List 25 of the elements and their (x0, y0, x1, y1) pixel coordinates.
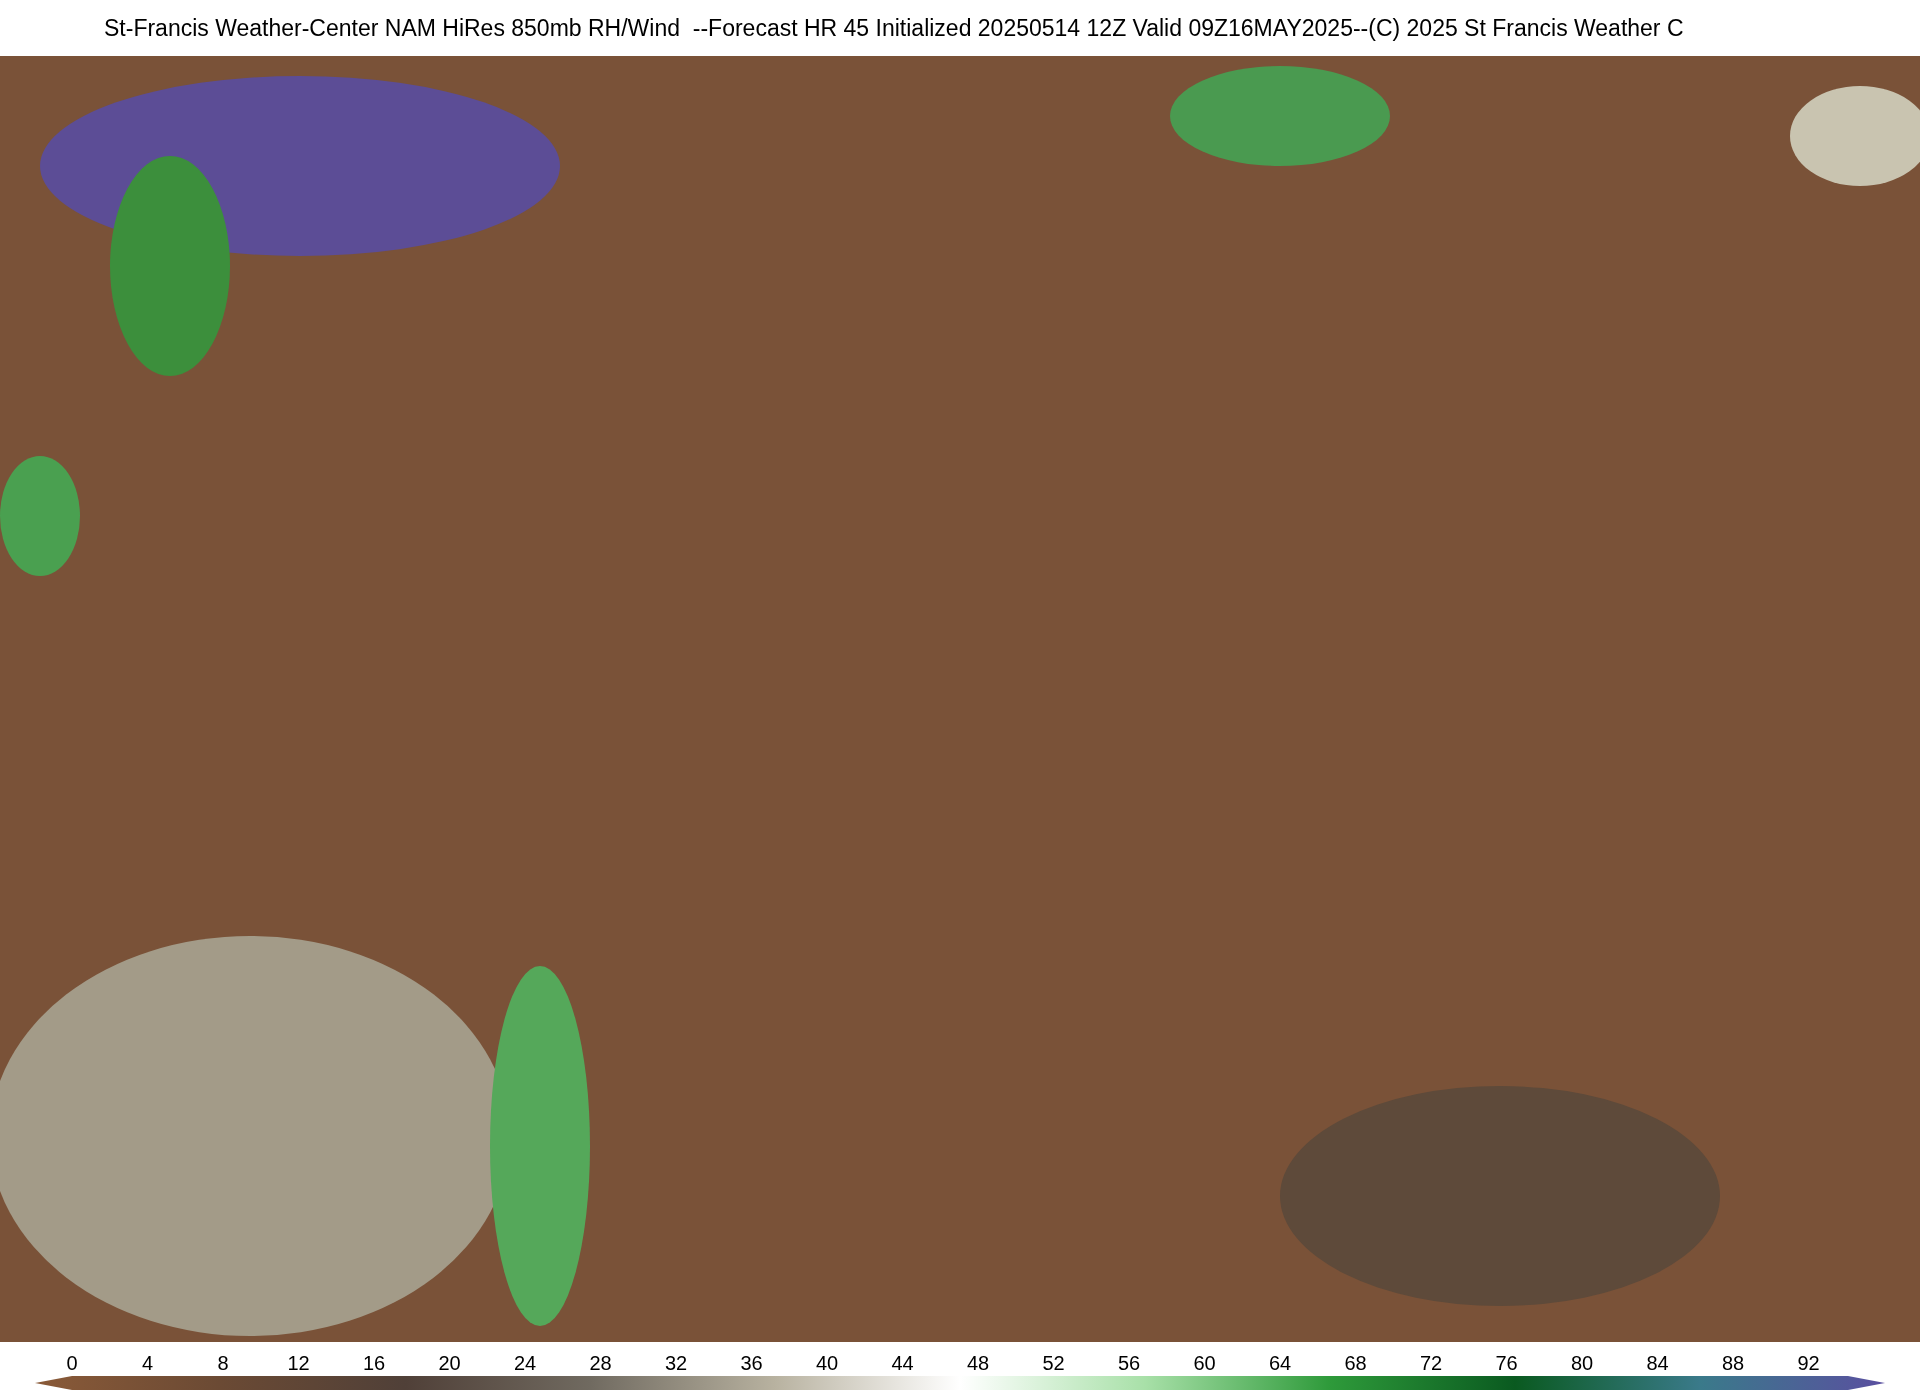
colorbar-tick-label: 8 (217, 1351, 229, 1376)
colorbar-tick-label: 0 (66, 1351, 78, 1376)
colorbar-tick-label: 80 (1570, 1351, 1594, 1376)
colorbar-tick-label: 56 (1117, 1351, 1141, 1376)
colorbar-tick-label: 64 (1268, 1351, 1292, 1376)
colorbar-tick-label: 44 (891, 1351, 914, 1376)
colorbar-tick-label: 72 (1419, 1351, 1443, 1376)
map-title: St-Francis Weather-Center NAM HiRes 850mb RH/Wind --Forecast HR 45 Initialized 20250514 12Z Valid 09Z16MAY2025--(C) 2025 St Francis Weather C (104, 13, 1684, 43)
colorbar-tick-label: 20 (438, 1351, 461, 1376)
colorbar-tick-label: 52 (1042, 1351, 1065, 1376)
colorbar-tick-label: 24 (513, 1351, 537, 1376)
colorbar-tick-label: 36 (740, 1351, 763, 1376)
colorbar-tick-label: 88 (1721, 1351, 1745, 1376)
colorbar-tick-label: 76 (1495, 1351, 1518, 1376)
colorbar-tick-label: 28 (589, 1351, 612, 1376)
colorbar-tick-label: 60 (1193, 1351, 1216, 1376)
colorbar-tick-label: 40 (815, 1351, 839, 1376)
colorbar-tick-label: 4 (141, 1351, 154, 1376)
colorbar-tick-label: 12 (287, 1351, 310, 1376)
colorbar-tick-label: 48 (966, 1351, 990, 1376)
colorbar-tick-label: 68 (1344, 1351, 1367, 1376)
colorbar-tick-label: 92 (1797, 1351, 1820, 1376)
colorbar-tick-label: 32 (664, 1351, 688, 1376)
colorbar-tick-label: 16 (362, 1351, 386, 1376)
colorbar-tick-label: 84 (1646, 1351, 1669, 1376)
